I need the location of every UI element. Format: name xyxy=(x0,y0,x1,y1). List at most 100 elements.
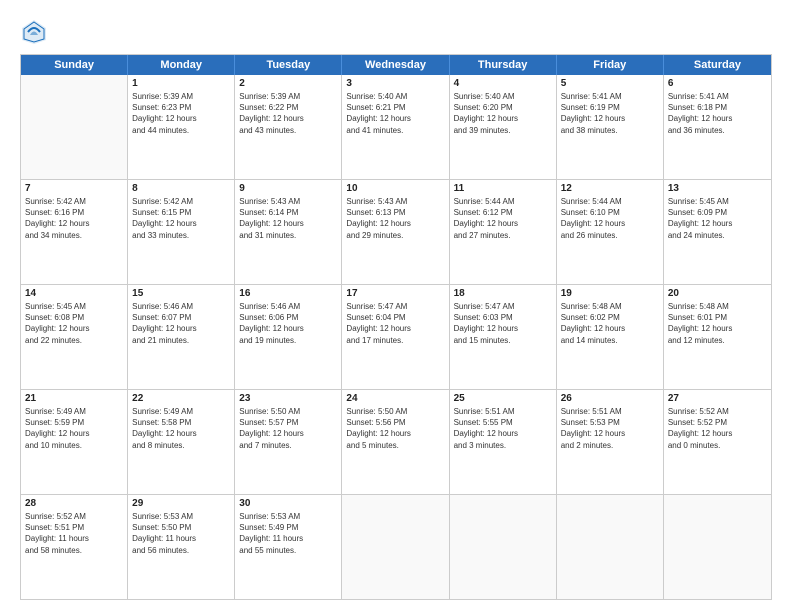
day-number: 15 xyxy=(132,288,230,299)
cal-row-3: 21Sunrise: 5:49 AM Sunset: 5:59 PM Dayli… xyxy=(21,390,771,495)
cal-header-thursday: Thursday xyxy=(450,55,557,75)
cal-cell-4-6 xyxy=(664,495,771,599)
cal-cell-3-3: 24 Sunrise: 5:50 AM Sunset: 5:56 PM Dayli… xyxy=(342,390,449,494)
cal-header-friday: Friday xyxy=(557,55,664,75)
cal-cell-1-5: 12 Sunrise: 5:44 AM Sunset: 6:10 PM Dayli… xyxy=(557,180,664,284)
cell-text: Sunrise: 5:43 AM Sunset: 6:13 PM Dayligh… xyxy=(346,196,444,241)
cal-cell-4-2: 30 Sunrise: 5:53 AM Sunset: 5:49 PM Dayli… xyxy=(235,495,342,599)
cal-row-4: 28 Sunrise: 5:52 AM Sunset: 5:51 PM Dayli… xyxy=(21,495,771,599)
calendar-body: 1 Sunrise: 5:39 AM Sunset: 6:23 PM Daylig… xyxy=(21,75,771,599)
day-number: 19 xyxy=(561,288,659,299)
day-number: 12 xyxy=(561,183,659,194)
cal-cell-4-5 xyxy=(557,495,664,599)
cal-cell-3-0: 21Sunrise: 5:49 AM Sunset: 5:59 PM Dayli… xyxy=(21,390,128,494)
cal-cell-0-2: 2 Sunrise: 5:39 AM Sunset: 6:22 PM Daylig… xyxy=(235,75,342,179)
day-number: 22 xyxy=(132,393,230,404)
cell-text: Sunrise: 5:51 AM Sunset: 5:53 PM Dayligh… xyxy=(561,406,659,451)
cell-text: Sunrise: 5:48 AM Sunset: 6:01 PM Dayligh… xyxy=(668,301,767,346)
day-number: 17 xyxy=(346,288,444,299)
cal-cell-1-3: 10 Sunrise: 5:43 AM Sunset: 6:13 PM Dayli… xyxy=(342,180,449,284)
day-number: 8 xyxy=(132,183,230,194)
day-number: 10 xyxy=(346,183,444,194)
cell-text: Sunrise: 5:42 AM Sunset: 6:15 PM Dayligh… xyxy=(132,196,230,241)
cal-cell-4-3 xyxy=(342,495,449,599)
day-number: 16 xyxy=(239,288,337,299)
cal-cell-2-6: 20 Sunrise: 5:48 AM Sunset: 6:01 PM Dayli… xyxy=(664,285,771,389)
day-number: 28 xyxy=(25,498,123,509)
cell-text: Sunrise: 5:45 AM Sunset: 6:08 PM Dayligh… xyxy=(25,301,123,346)
cell-text: Sunrise: 5:53 AM Sunset: 5:49 PM Dayligh… xyxy=(239,511,337,556)
cal-cell-1-6: 13 Sunrise: 5:45 AM Sunset: 6:09 PM Dayli… xyxy=(664,180,771,284)
cal-header-monday: Monday xyxy=(128,55,235,75)
cell-text: Sunrise: 5:44 AM Sunset: 6:12 PM Dayligh… xyxy=(454,196,552,241)
cell-text: Sunrise: 5:50 AM Sunset: 5:56 PM Dayligh… xyxy=(346,406,444,451)
cal-cell-0-1: 1 Sunrise: 5:39 AM Sunset: 6:23 PM Daylig… xyxy=(128,75,235,179)
day-number: 9 xyxy=(239,183,337,194)
calendar: SundayMondayTuesdayWednesdayThursdayFrid… xyxy=(20,54,772,600)
cal-cell-3-1: 22 Sunrise: 5:49 AM Sunset: 5:58 PM Dayli… xyxy=(128,390,235,494)
cal-cell-3-2: 23Sunrise: 5:50 AM Sunset: 5:57 PM Dayli… xyxy=(235,390,342,494)
cell-text: Sunrise: 5:48 AM Sunset: 6:02 PM Dayligh… xyxy=(561,301,659,346)
cell-text: Sunrise: 5:47 AM Sunset: 6:03 PM Dayligh… xyxy=(454,301,552,346)
day-number: 26 xyxy=(561,393,659,404)
cal-row-0: 1 Sunrise: 5:39 AM Sunset: 6:23 PM Daylig… xyxy=(21,75,771,180)
cell-text: Sunrise: 5:39 AM Sunset: 6:23 PM Dayligh… xyxy=(132,91,230,136)
cell-text: Sunrise: 5:49 AM Sunset: 5:58 PM Dayligh… xyxy=(132,406,230,451)
cal-cell-0-5: 5Sunrise: 5:41 AM Sunset: 6:19 PM Daylig… xyxy=(557,75,664,179)
day-number: 24 xyxy=(346,393,444,404)
day-number: 4 xyxy=(454,78,552,89)
day-number: 30 xyxy=(239,498,337,509)
cell-text: Sunrise: 5:52 AM Sunset: 5:52 PM Dayligh… xyxy=(668,406,767,451)
cell-text: Sunrise: 5:50 AM Sunset: 5:57 PM Dayligh… xyxy=(239,406,337,451)
cal-cell-4-1: 29 Sunrise: 5:53 AM Sunset: 5:50 PM Dayli… xyxy=(128,495,235,599)
cell-text: Sunrise: 5:46 AM Sunset: 6:07 PM Dayligh… xyxy=(132,301,230,346)
day-number: 11 xyxy=(454,183,552,194)
day-number: 20 xyxy=(668,288,767,299)
day-number: 25 xyxy=(454,393,552,404)
cal-header-tuesday: Tuesday xyxy=(235,55,342,75)
cal-cell-3-5: 26 Sunrise: 5:51 AM Sunset: 5:53 PM Dayli… xyxy=(557,390,664,494)
day-number: 6 xyxy=(668,78,767,89)
day-number: 1 xyxy=(132,78,230,89)
cell-text: Sunrise: 5:41 AM Sunset: 6:18 PM Dayligh… xyxy=(668,91,767,136)
cal-cell-1-4: 11 Sunrise: 5:44 AM Sunset: 6:12 PM Dayli… xyxy=(450,180,557,284)
day-number: 14 xyxy=(25,288,123,299)
day-number: 27 xyxy=(668,393,767,404)
cell-text: Sunrise: 5:40 AM Sunset: 6:21 PM Dayligh… xyxy=(346,91,444,136)
cal-cell-0-6: 6 Sunrise: 5:41 AM Sunset: 6:18 PM Daylig… xyxy=(664,75,771,179)
cal-cell-0-3: 3 Sunrise: 5:40 AM Sunset: 6:21 PM Daylig… xyxy=(342,75,449,179)
cal-header-sunday: Sunday xyxy=(21,55,128,75)
cal-cell-2-4: 18Sunrise: 5:47 AM Sunset: 6:03 PM Dayli… xyxy=(450,285,557,389)
cell-text: Sunrise: 5:40 AM Sunset: 6:20 PM Dayligh… xyxy=(454,91,552,136)
day-number: 5 xyxy=(561,78,659,89)
cal-cell-3-6: 27 Sunrise: 5:52 AM Sunset: 5:52 PM Dayli… xyxy=(664,390,771,494)
cell-text: Sunrise: 5:49 AM Sunset: 5:59 PM Dayligh… xyxy=(25,406,123,451)
header xyxy=(20,18,772,46)
page: SundayMondayTuesdayWednesdayThursdayFrid… xyxy=(0,0,792,612)
day-number: 7 xyxy=(25,183,123,194)
cal-cell-2-0: 14 Sunrise: 5:45 AM Sunset: 6:08 PM Dayli… xyxy=(21,285,128,389)
cal-cell-2-3: 17 Sunrise: 5:47 AM Sunset: 6:04 PM Dayli… xyxy=(342,285,449,389)
day-number: 13 xyxy=(668,183,767,194)
cell-text: Sunrise: 5:39 AM Sunset: 6:22 PM Dayligh… xyxy=(239,91,337,136)
cell-text: Sunrise: 5:53 AM Sunset: 5:50 PM Dayligh… xyxy=(132,511,230,556)
cell-text: Sunrise: 5:47 AM Sunset: 6:04 PM Dayligh… xyxy=(346,301,444,346)
cell-text: Sunrise: 5:51 AM Sunset: 5:55 PM Dayligh… xyxy=(454,406,552,451)
cal-cell-2-1: 15 Sunrise: 5:46 AM Sunset: 6:07 PM Dayli… xyxy=(128,285,235,389)
day-number: 29 xyxy=(132,498,230,509)
cal-row-2: 14 Sunrise: 5:45 AM Sunset: 6:08 PM Dayli… xyxy=(21,285,771,390)
cell-text: Sunrise: 5:52 AM Sunset: 5:51 PM Dayligh… xyxy=(25,511,123,556)
cal-cell-2-5: 19 Sunrise: 5:48 AM Sunset: 6:02 PM Dayli… xyxy=(557,285,664,389)
cal-row-1: 7 Sunrise: 5:42 AM Sunset: 6:16 PM Daylig… xyxy=(21,180,771,285)
cal-cell-3-4: 25 Sunrise: 5:51 AM Sunset: 5:55 PM Dayli… xyxy=(450,390,557,494)
day-number: 3 xyxy=(346,78,444,89)
day-number: 2 xyxy=(239,78,337,89)
cal-cell-1-0: 7 Sunrise: 5:42 AM Sunset: 6:16 PM Daylig… xyxy=(21,180,128,284)
cell-text: Sunrise: 5:45 AM Sunset: 6:09 PM Dayligh… xyxy=(668,196,767,241)
cell-text: Sunrise: 5:43 AM Sunset: 6:14 PM Dayligh… xyxy=(239,196,337,241)
cell-text: Sunrise: 5:44 AM Sunset: 6:10 PM Dayligh… xyxy=(561,196,659,241)
cal-header-saturday: Saturday xyxy=(664,55,771,75)
cal-cell-2-2: 16Sunrise: 5:46 AM Sunset: 6:06 PM Dayli… xyxy=(235,285,342,389)
cell-text: Sunrise: 5:42 AM Sunset: 6:16 PM Dayligh… xyxy=(25,196,123,241)
cal-cell-4-4 xyxy=(450,495,557,599)
